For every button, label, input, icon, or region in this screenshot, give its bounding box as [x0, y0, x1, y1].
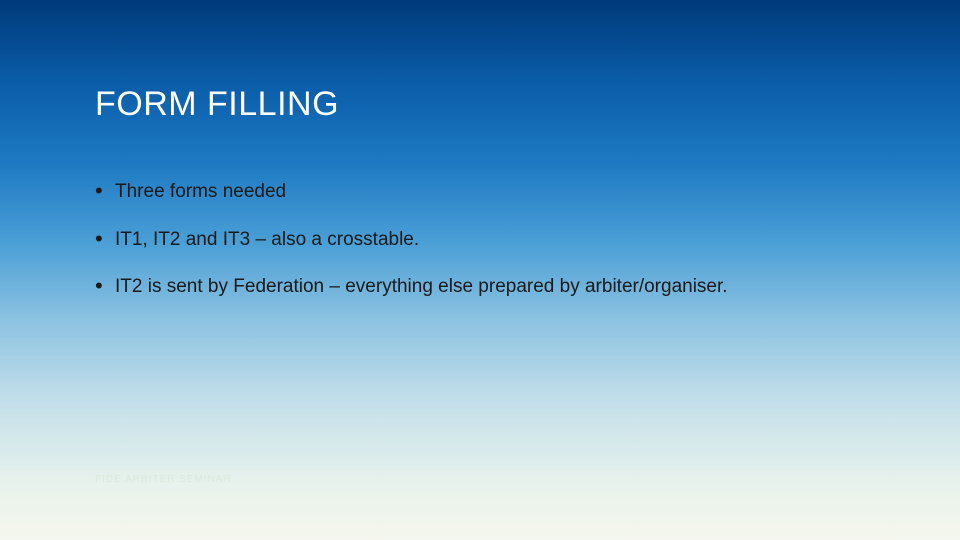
slide-title: FORM FILLING: [95, 85, 865, 124]
footer-text: FIDE ARBITER SEMINAR: [95, 474, 232, 485]
slide: FORM FILLING Three forms needed IT1, IT2…: [0, 0, 960, 540]
bullet-item: IT2 is sent by Federation – everything e…: [95, 274, 865, 300]
bullet-item: IT1, IT2 and IT3 – also a crosstable.: [95, 227, 865, 253]
bullet-item: Three forms needed: [95, 179, 865, 205]
bullet-list: Three forms needed IT1, IT2 and IT3 – al…: [95, 179, 865, 300]
